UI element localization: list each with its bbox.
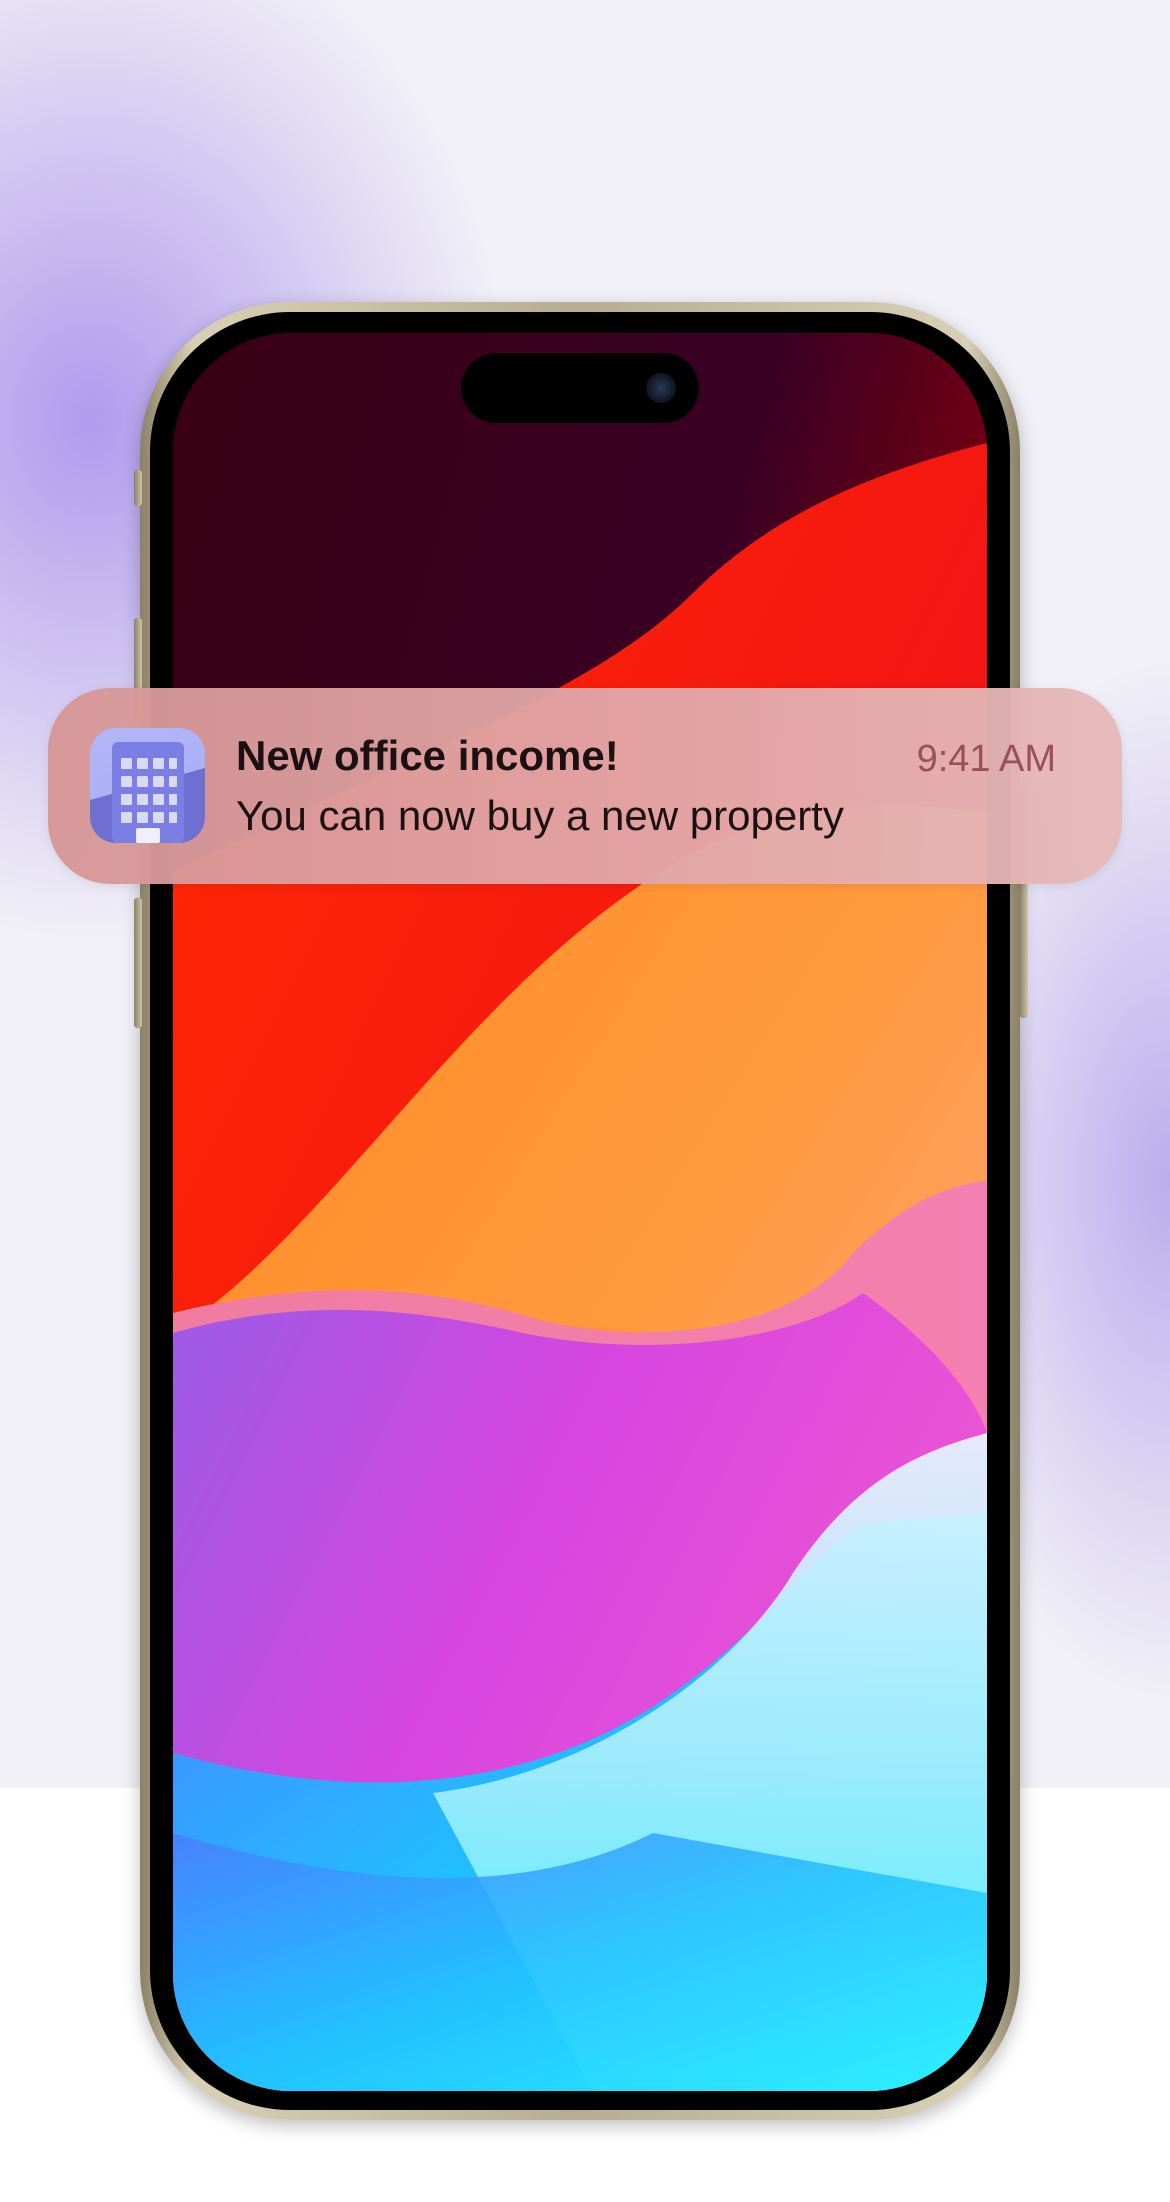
notification-time: 9:41 AM [916, 738, 1056, 780]
action-button [134, 470, 142, 506]
notification-banner[interactable]: New office income! You can now buy a new… [48, 688, 1122, 884]
notification-body: You can now buy a new property [236, 792, 844, 839]
front-camera [646, 373, 676, 403]
office-building-icon [90, 728, 205, 843]
wallpaper-graphic [173, 333, 987, 2091]
notification-title: New office income! [236, 732, 619, 779]
lock-screen-wallpaper [173, 333, 987, 2091]
volume-down-button [134, 898, 142, 1028]
